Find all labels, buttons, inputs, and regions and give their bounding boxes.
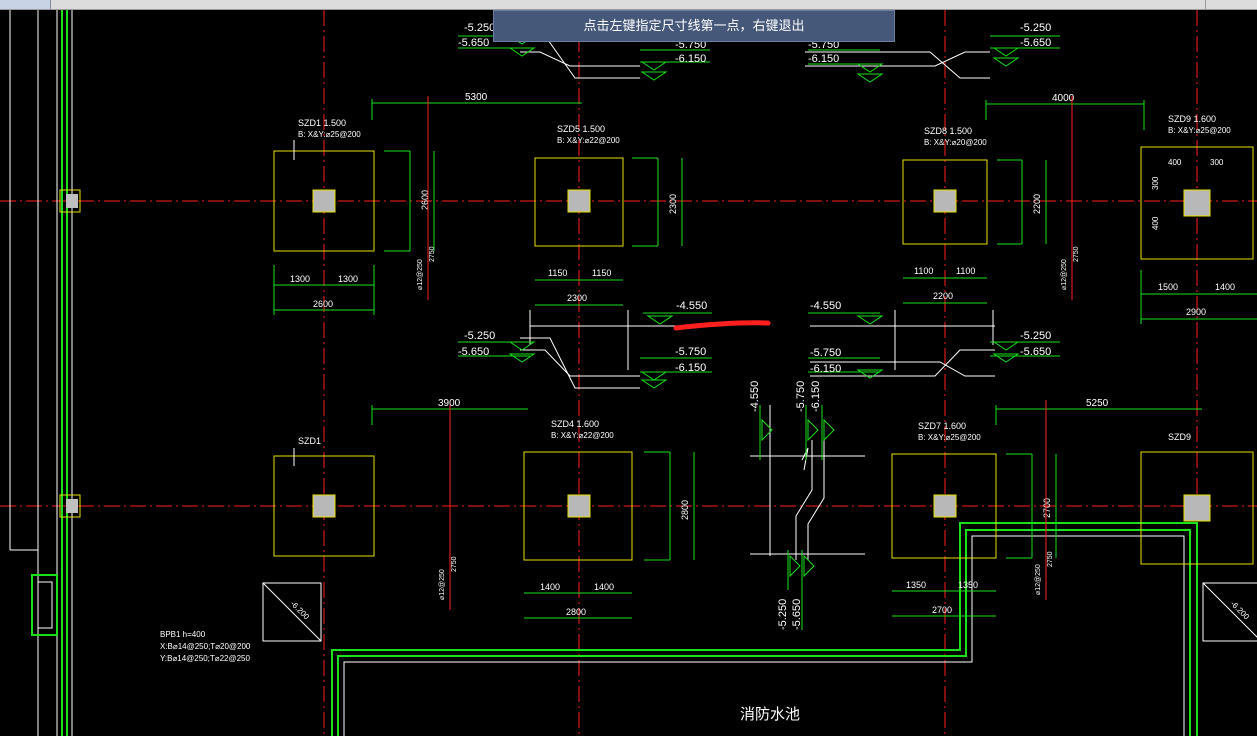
elevation-label: -6.150 [810, 381, 822, 412]
dim-total-w: 2800 [566, 607, 586, 617]
dim-total-w: 2700 [932, 605, 952, 615]
note-line: Y:B⌀14@250;T⌀22@250 [160, 654, 250, 663]
elevation-label: -5.250 [777, 599, 789, 630]
elevation-label: -5.650 [1020, 37, 1051, 49]
dim-total-h: 2300 [668, 194, 678, 214]
tab-divider [1205, 0, 1206, 9]
note-line: BPB1 h=400 [160, 630, 206, 639]
dim-b: 1350 [958, 580, 978, 590]
dim-total-w: 2300 [567, 293, 587, 303]
footing-spec: B: X&Y:⌀25@200 [918, 433, 981, 442]
elevation-label: -5.250 [1020, 22, 1051, 34]
rebar-note: ⌀12@250 [439, 569, 446, 600]
footing-spec: B: X&Y:⌀25@200 [298, 130, 361, 139]
footing-spec: B: X&Y:⌀22@200 [557, 136, 620, 145]
dim-b: 1150 [592, 268, 611, 278]
dim-a: 1150 [548, 268, 567, 278]
col-dim: 400 [1168, 158, 1182, 167]
dim-a: 1300 [290, 274, 310, 284]
footing-spec: B: X&Y:⌀20@200 [924, 138, 987, 147]
command-prompt-tooltip: 点击左键指定尺寸线第一点，右键退出 [493, 10, 895, 42]
dim-total-h: 2800 [680, 500, 690, 520]
elevation-label: -5.750 [795, 381, 807, 412]
rebar-note: 2750 [1047, 551, 1054, 567]
footing-spec: B: X&Y:⌀25@200 [1168, 126, 1231, 135]
footing-name: SZD9 [1168, 432, 1191, 442]
elevation-label: -4.550 [676, 300, 707, 312]
rebar-note: 2750 [1073, 246, 1080, 262]
elevation-label: -5.650 [458, 346, 489, 358]
pool-label: 消防水池 [740, 706, 800, 723]
elevation-label: -5.650 [1020, 346, 1051, 358]
span-dim: 5300 [465, 92, 488, 103]
col-dim: 300 [1210, 158, 1224, 167]
elevation-label: -5.750 [675, 346, 706, 358]
footing-name: SZD9 1.600 [1168, 114, 1216, 124]
elevation-label: -6.150 [808, 53, 839, 65]
dim-total-w: 2200 [933, 291, 953, 301]
rebar-note: ⌀12@250 [417, 259, 424, 290]
dim-total-h: 2200 [1032, 194, 1042, 214]
note-line: X:B⌀14@250;T⌀20@200 [160, 642, 251, 651]
span-dim: 4000 [1052, 93, 1075, 104]
elevation-label: -5.250 [464, 330, 495, 342]
footing-spec: B: X&Y:⌀22@200 [551, 431, 614, 440]
dim-total-w: 2600 [313, 299, 333, 309]
span-dim: 3900 [438, 398, 461, 409]
elevation-label: -5.750 [810, 347, 841, 359]
dim-b: 1400 [1215, 282, 1235, 292]
footing-name: SZD1 1.500 [298, 118, 346, 128]
dim-total-h: 2700 [1042, 498, 1052, 518]
elevation-label: -6.150 [675, 362, 706, 374]
dim-total-w: 2900 [1186, 307, 1206, 317]
dim-a: 1350 [906, 580, 926, 590]
elevation-label: -4.550 [749, 381, 761, 412]
footing-name: SZD4 1.600 [551, 419, 599, 429]
document-tab[interactable] [0, 0, 51, 9]
footing-name: SZD5 1.500 [557, 124, 605, 134]
elevation-label: -4.550 [810, 300, 841, 312]
dim-b: 1100 [956, 266, 975, 276]
col-dim: 400 [1151, 216, 1160, 230]
rebar-note: 2750 [451, 556, 458, 572]
elevation-label: -6.150 [810, 363, 841, 375]
rebar-note: ⌀12@250 [1061, 259, 1068, 290]
elevation-label: -5.650 [791, 599, 803, 630]
elevation-label: -5.650 [458, 37, 489, 49]
footing-name: SZD8 1.500 [924, 126, 972, 136]
rebar-note: ⌀12@250 [1035, 564, 1042, 595]
dim-a: 1500 [1158, 282, 1178, 292]
elevation-label: -6.150 [675, 53, 706, 65]
col-dim: 300 [1151, 176, 1160, 190]
dim-b: 1300 [338, 274, 358, 284]
dim-a: 1400 [540, 582, 560, 592]
footing-name: SZD7 1.600 [918, 421, 966, 431]
elevation-label: -5.250 [464, 22, 495, 34]
elevation-label: -5.250 [1020, 330, 1051, 342]
top-tab-strip [0, 0, 1257, 10]
span-dim: 5250 [1086, 398, 1109, 409]
footing-name: SZD1 [298, 436, 321, 446]
dim-a: 1100 [914, 266, 933, 276]
rebar-note: 2750 [429, 246, 436, 262]
dim-b: 1400 [594, 582, 614, 592]
cad-drawing-canvas[interactable]: SZD1 1.500 B: X&Y:⌀25@200 1300 1300 2600… [0, 0, 1257, 736]
